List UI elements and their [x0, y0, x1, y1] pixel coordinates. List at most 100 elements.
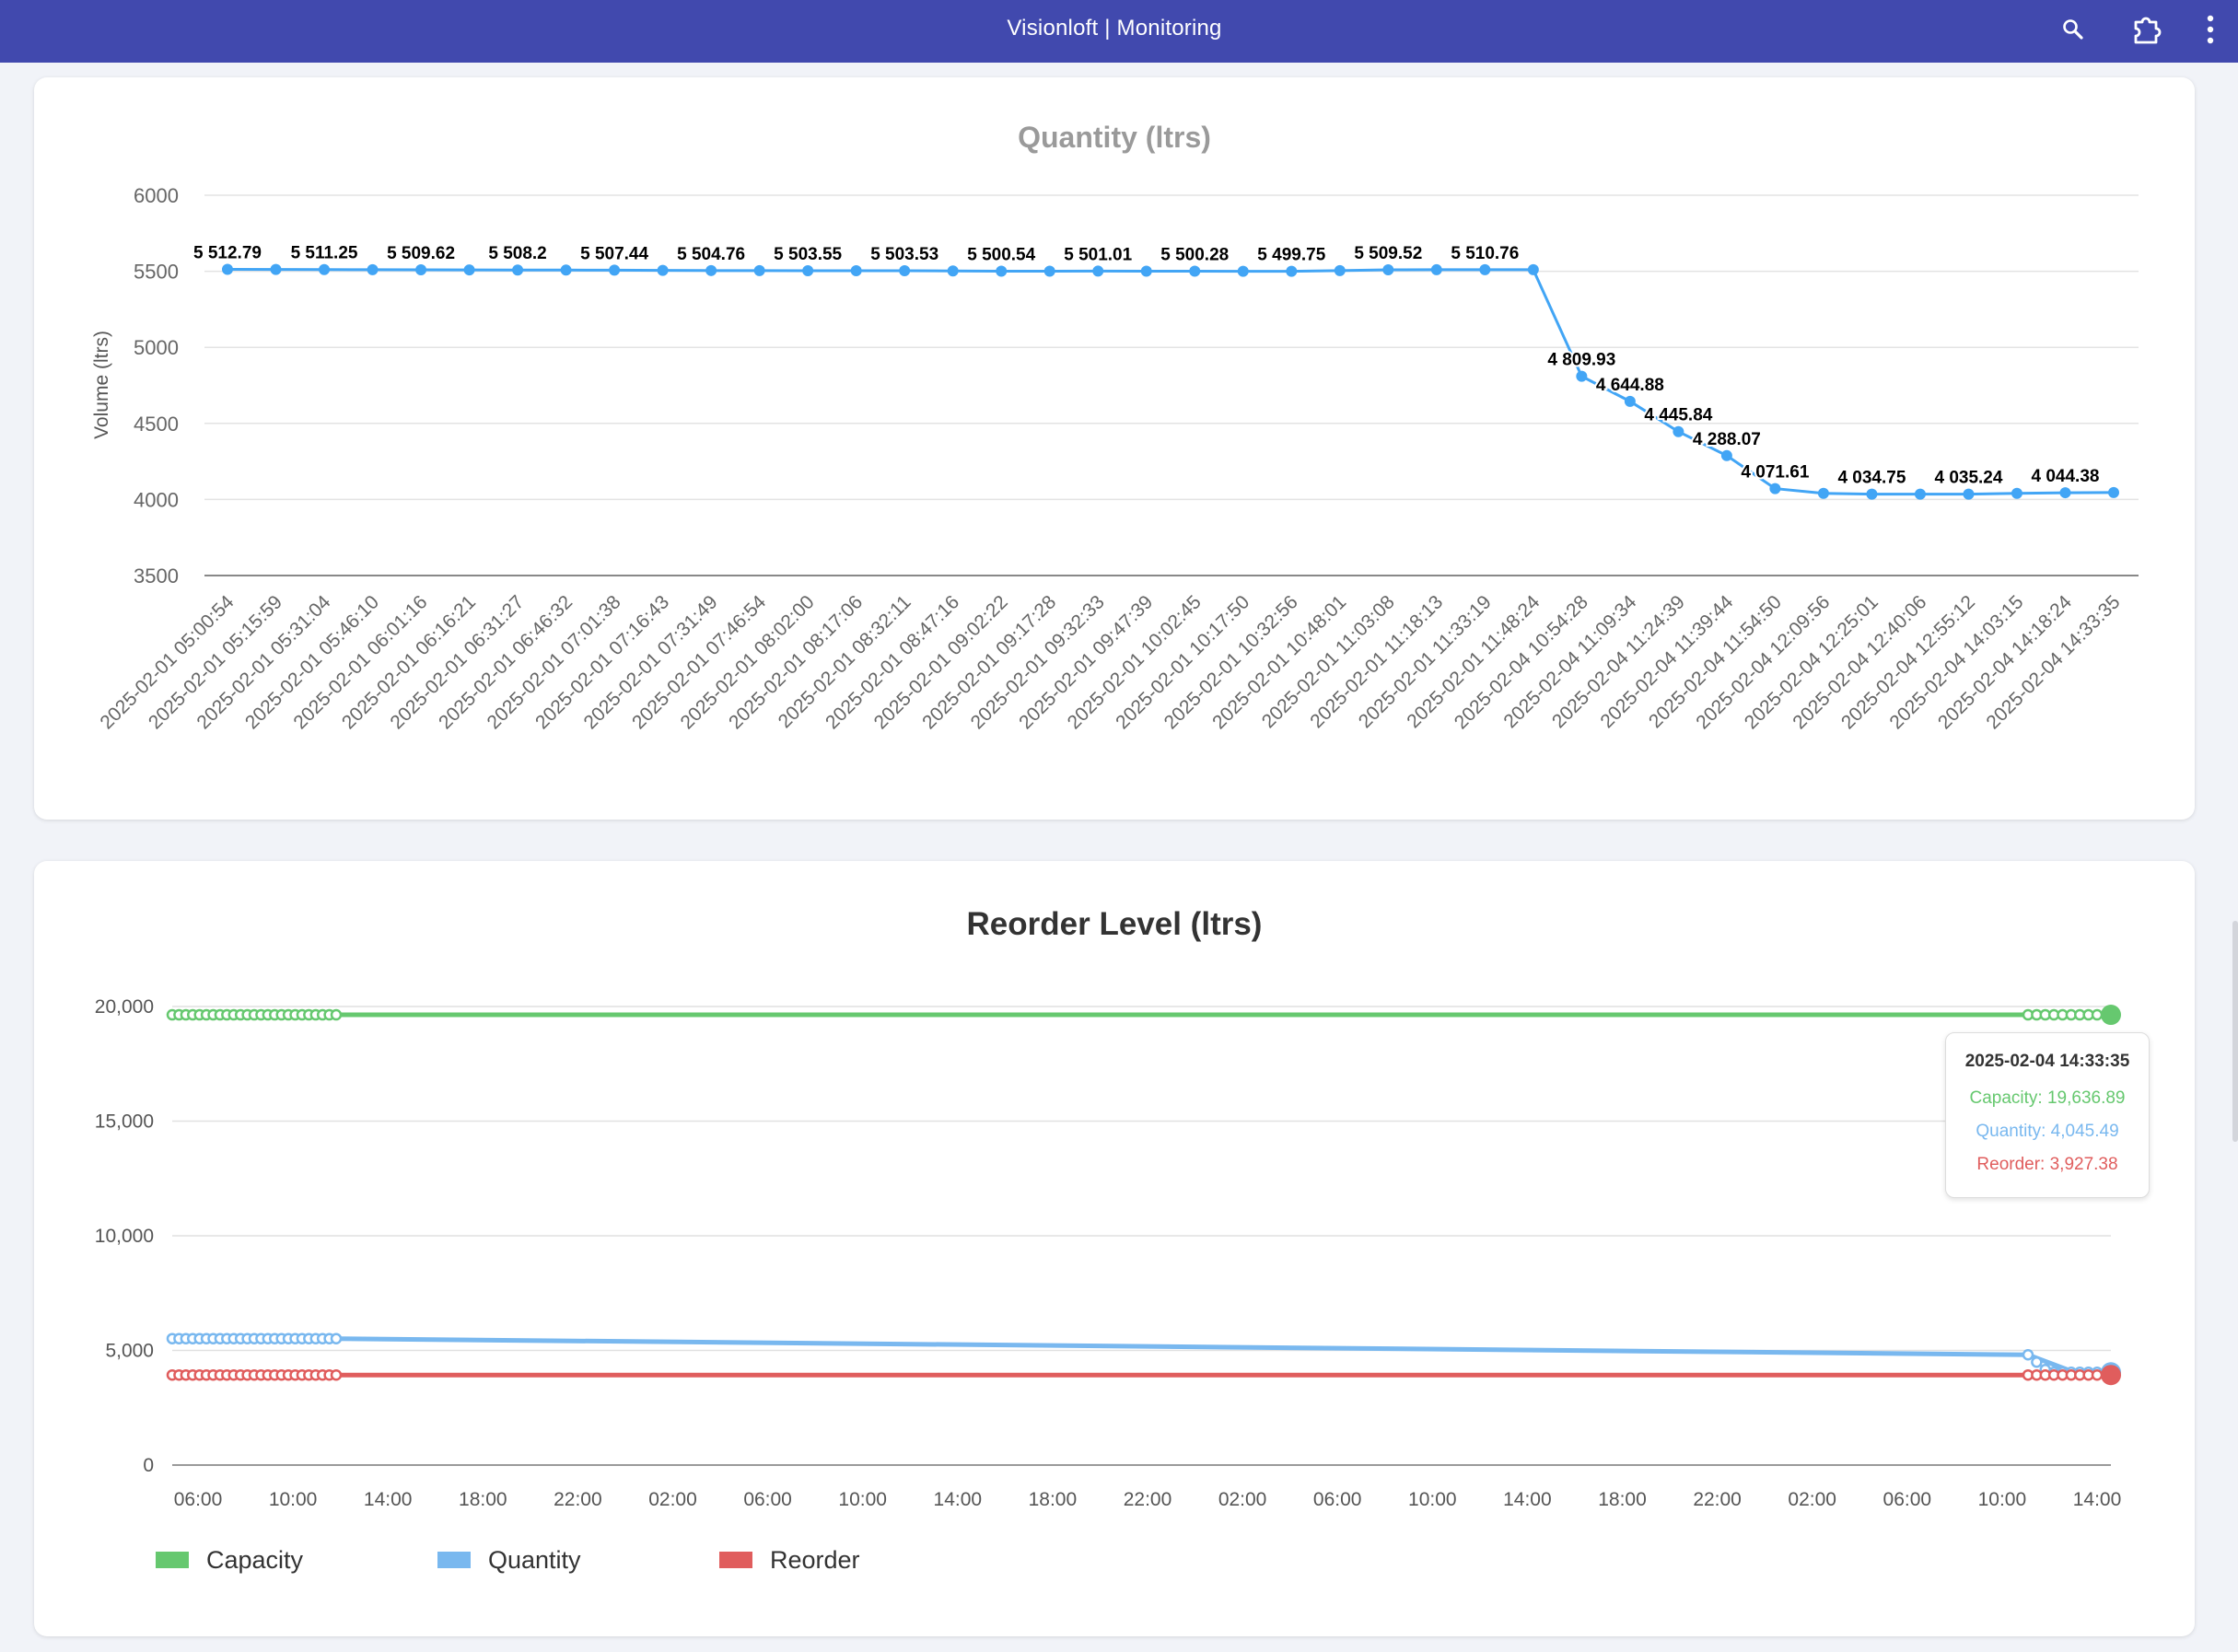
x-tick-label: 06:00 — [1313, 1489, 1362, 1510]
data-point — [1140, 265, 1152, 277]
data-point — [1189, 265, 1201, 277]
data-label: 5 509.62 — [387, 244, 455, 263]
data-point — [1624, 395, 1636, 407]
y-tick-label: 4500 — [134, 413, 179, 436]
data-point — [1673, 425, 1684, 437]
x-tick-label: 14:00 — [2073, 1489, 2122, 1510]
data-label: 5 503.55 — [774, 245, 842, 264]
data-label: 4 809.93 — [1547, 351, 1615, 370]
data-point — [1576, 370, 1588, 382]
data-label: 5 510.76 — [1451, 244, 1519, 263]
x-tick-label: 06:00 — [743, 1489, 792, 1510]
chart-legend: Capacity Quantity Reorder — [34, 1537, 2195, 1592]
data-label: 5 501.01 — [1064, 245, 1132, 264]
y-tick-label: 10,000 — [95, 1226, 154, 1247]
data-point-quantity — [2022, 1348, 2034, 1361]
data-label: 5 508.2 — [488, 244, 546, 263]
y-tick-label: 0 — [143, 1455, 154, 1476]
data-point — [1286, 265, 1298, 277]
data-point — [463, 264, 475, 276]
quantity-chart-card: Quantity (ltrs) 6000 5500 5000 4500 4000 3500 V… — [34, 77, 2195, 820]
legend-capacity[interactable]: Capacity — [156, 1537, 340, 1592]
data-point — [2059, 487, 2071, 499]
x-tick-label: 14:00 — [1503, 1489, 1552, 1510]
data-point — [1092, 265, 1104, 277]
y-tick-label: 4000 — [134, 488, 179, 511]
data-point — [1963, 488, 1975, 500]
data-point — [1769, 483, 1781, 494]
data-point-capacity — [2091, 1008, 2104, 1021]
legend-reorder[interactable]: Reorder — [719, 1537, 903, 1592]
x-tick-label: 14:00 — [934, 1489, 983, 1510]
y-tick-label: 3500 — [134, 564, 179, 588]
app-title: Visionloft | Monitoring — [1007, 16, 1222, 41]
data-point — [899, 265, 911, 277]
data-point — [947, 265, 959, 277]
data-point — [2108, 486, 2119, 498]
data-label: 5 503.53 — [870, 245, 938, 264]
x-tick-label: 18:00 — [1598, 1489, 1647, 1510]
data-point — [1866, 488, 1878, 500]
data-point — [657, 264, 669, 276]
chart-title: Reorder Level (ltrs) — [967, 906, 1263, 942]
data-label: 4 288.07 — [1693, 430, 1761, 449]
hover-marker-reorder — [2101, 1365, 2121, 1386]
data-label: 5 504.76 — [677, 245, 745, 264]
x-tick-label: 10:00 — [1408, 1489, 1457, 1510]
chart-title: Quantity (ltrs) — [1018, 121, 1211, 154]
hover-marker-capacity — [2101, 1005, 2121, 1026]
page-scrollbar[interactable] — [2232, 921, 2238, 1142]
data-point — [222, 263, 233, 275]
data-point-capacity — [330, 1008, 343, 1021]
y-tick-label: 5500 — [134, 261, 179, 284]
legend-swatch-reorder — [719, 1552, 752, 1568]
series-line-quantity — [172, 1336, 2112, 1375]
data-point — [512, 264, 524, 276]
x-tick-label: 10:00 — [838, 1489, 887, 1510]
data-point — [1914, 488, 1926, 500]
extension-icon[interactable] — [2118, 9, 2175, 50]
x-tick-label: 22:00 — [1124, 1489, 1172, 1510]
tooltip-time: 2025-02-04 14:33:35 — [1964, 1052, 2130, 1071]
data-point — [367, 263, 379, 275]
search-icon[interactable] — [2045, 9, 2102, 50]
x-tick-label: 22:00 — [554, 1489, 602, 1510]
data-point — [753, 264, 765, 276]
x-tick-label: 22:00 — [1693, 1489, 1742, 1510]
data-point — [1430, 263, 1442, 275]
data-point — [1382, 264, 1394, 276]
data-point — [319, 263, 331, 275]
data-label: 5 511.25 — [291, 244, 358, 263]
data-label: 4 071.61 — [1741, 463, 1809, 483]
legend-swatch-quantity — [437, 1552, 471, 1568]
x-tick-label: 06:00 — [174, 1489, 223, 1510]
chart-tooltip: 2025-02-04 14:33:35 Capacity: 19,636.89 … — [1945, 1032, 2150, 1198]
data-point — [270, 263, 282, 275]
data-point — [1817, 487, 1829, 499]
data-point — [609, 264, 621, 276]
data-label: 4 644.88 — [1596, 376, 1664, 395]
x-tick-label: 18:00 — [459, 1489, 507, 1510]
data-point — [1479, 263, 1491, 275]
data-label: 4 445.84 — [1644, 406, 1712, 425]
legend-quantity[interactable]: Quantity — [437, 1537, 622, 1592]
legend-label-capacity: Capacity — [206, 1546, 304, 1574]
data-point — [1334, 264, 1346, 276]
data-point-quantity — [330, 1332, 343, 1344]
y-tick-label: 6000 — [134, 184, 179, 207]
data-point — [415, 264, 427, 276]
data-point — [996, 265, 1008, 277]
reorder-level-chart: Reorder Level (ltrs) 20,000 15,000 10,000 5,… — [95, 906, 2122, 1510]
more-vert-icon[interactable] — [2192, 9, 2229, 50]
y-tick-label: 5,000 — [105, 1341, 154, 1362]
data-point — [1043, 265, 1055, 277]
x-tick-label: 10:00 — [1978, 1489, 2027, 1510]
legend-label-quantity: Quantity — [488, 1546, 581, 1574]
data-point — [802, 265, 814, 277]
data-point — [850, 265, 862, 277]
y-tick-label: 5000 — [134, 336, 179, 359]
x-tick-label: 06:00 — [1883, 1489, 1932, 1510]
x-tick-label: 14:00 — [364, 1489, 413, 1510]
y-tick-label: 15,000 — [95, 1111, 154, 1133]
reorder-chart-card: Reorder Level (ltrs) 20,000 15,000 10,000 5,… — [34, 861, 2195, 1636]
